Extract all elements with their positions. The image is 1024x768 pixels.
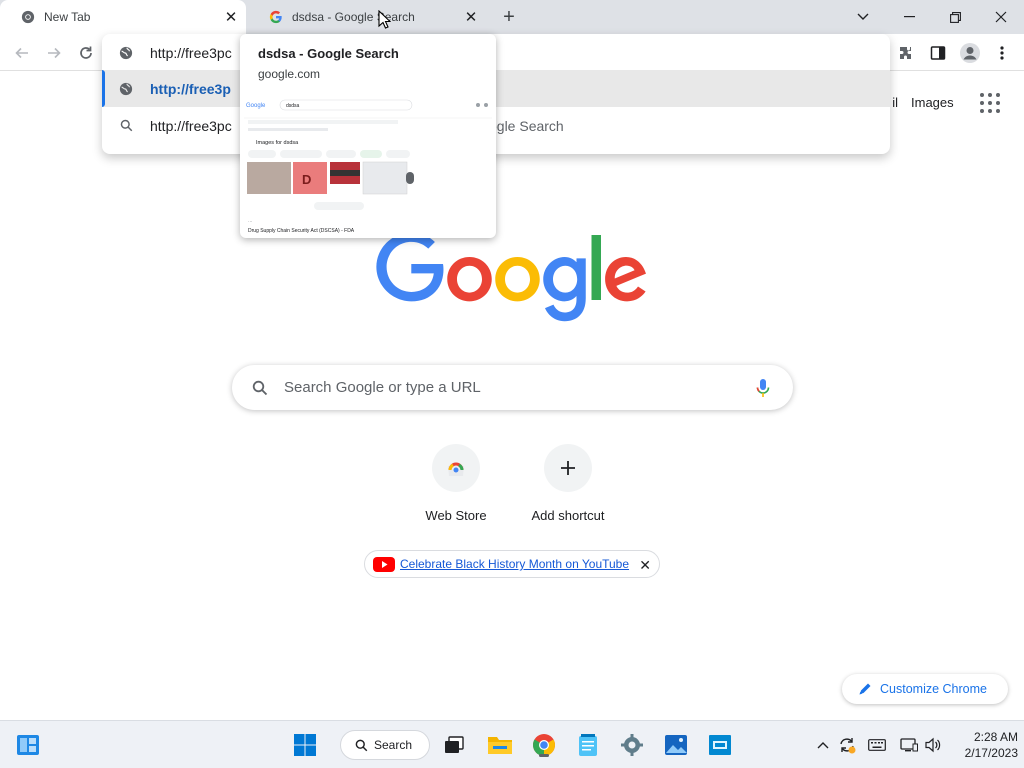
reload-button[interactable] xyxy=(74,41,98,65)
photos-icon[interactable] xyxy=(662,731,690,759)
ntp-search-input[interactable] xyxy=(284,379,734,396)
back-button[interactable] xyxy=(10,41,34,65)
tab-title: dsdsa - Google Search xyxy=(292,10,415,24)
restore-button[interactable] xyxy=(932,0,978,34)
omnibox-dropdown: http://free3pc http://free3p http://free… xyxy=(102,34,890,154)
customize-chrome-label: Customize Chrome xyxy=(880,682,987,696)
youtube-icon xyxy=(373,556,395,572)
omnibox-suggestion-search[interactable]: http://free3pc ogle Search xyxy=(102,107,890,144)
shortcut-add[interactable]: Add shortcut xyxy=(512,442,624,532)
extensions-icon[interactable] xyxy=(894,41,918,65)
tab-hover-card: dsdsa - Google Search google.com Google … xyxy=(240,34,496,238)
more-menu-icon[interactable] xyxy=(990,41,1014,65)
tab-google-search[interactable]: dsdsa - Google Search ✕ xyxy=(248,0,486,34)
running-indicator xyxy=(539,754,549,757)
minimize-button[interactable] xyxy=(886,0,932,34)
taskbar: Search 2:28 AM 2/17/2023 xyxy=(0,720,1024,768)
microphone-icon[interactable] xyxy=(753,377,773,399)
keyboard-icon[interactable] xyxy=(866,735,888,755)
tab-title: New Tab xyxy=(44,10,91,24)
omnibox-input-row[interactable]: http://free3pc xyxy=(102,34,890,71)
gmail-link[interactable]: il xyxy=(892,95,898,110)
forward-button[interactable] xyxy=(42,41,66,65)
sync-update-icon[interactable] xyxy=(836,735,858,755)
thumb-search-term: dsdsa xyxy=(286,103,300,109)
omnibox-suggestion-text: http://free3pc xyxy=(150,117,232,134)
hover-card-domain: google.com xyxy=(258,67,321,81)
search-icon xyxy=(250,378,270,398)
shortcut-label: Add shortcut xyxy=(531,508,605,523)
network-icon[interactable] xyxy=(898,735,920,755)
widgets-icon[interactable] xyxy=(14,731,42,759)
clock-time: 2:28 AM xyxy=(973,730,1018,744)
chevron-up-icon[interactable] xyxy=(814,735,832,755)
google-logo xyxy=(376,232,648,324)
tab-strip: New Tab ✕ dsdsa - Google Search ✕ + xyxy=(0,0,1024,34)
omnibox-suggestion-suffix: ogle Search xyxy=(489,117,564,134)
tab-search-chevron-icon[interactable] xyxy=(840,0,886,34)
hover-card-thumbnail: Google dsdsa Images for dsdsa D … Drug S… xyxy=(244,98,492,234)
taskbar-clock[interactable]: 2:28 AM 2/17/2023 xyxy=(948,729,1018,761)
close-window-button[interactable] xyxy=(978,0,1024,34)
mouse-cursor xyxy=(378,9,392,35)
svg-text:…: … xyxy=(248,218,253,223)
google-g-icon xyxy=(268,9,284,25)
taskbar-search-label: Search xyxy=(374,738,413,752)
tab-close-icon[interactable]: ✕ xyxy=(462,8,480,26)
thumb-images-heading: Images for dsdsa xyxy=(256,140,299,146)
side-panel-icon[interactable] xyxy=(926,41,950,65)
shortcut-web-store[interactable]: Web Store xyxy=(400,442,512,532)
tab-new-tab[interactable]: New Tab ✕ xyxy=(0,0,246,34)
omnibox-suggestion-selected[interactable]: http://free3p xyxy=(102,70,890,107)
notepad-icon[interactable] xyxy=(574,731,602,759)
tab-close-icon[interactable]: ✕ xyxy=(222,8,240,26)
promo-banner: Celebrate Black History Month on YouTube… xyxy=(364,550,660,578)
omnibox-suggestion-url: http://free3p xyxy=(150,80,231,97)
search-icon xyxy=(102,119,150,132)
web-store-icon xyxy=(432,444,480,492)
globe-icon xyxy=(102,82,150,96)
ntp-search-box[interactable] xyxy=(232,365,793,410)
file-explorer-icon[interactable] xyxy=(486,731,514,759)
profile-avatar[interactable] xyxy=(958,41,982,65)
globe-icon xyxy=(102,46,150,60)
remote-desktop-icon[interactable] xyxy=(706,731,734,759)
promo-close-icon[interactable]: ✕ xyxy=(639,557,651,574)
chrome-taskbar-icon[interactable] xyxy=(530,731,558,759)
search-icon xyxy=(355,739,368,752)
shortcut-label: Web Store xyxy=(425,508,487,523)
hover-card-title: dsdsa - Google Search xyxy=(258,46,399,61)
clock-date: 2/17/2023 xyxy=(964,746,1018,760)
omnibox-text: http://free3pc xyxy=(150,44,232,61)
new-tab-button[interactable]: + xyxy=(498,6,520,28)
volume-icon[interactable] xyxy=(922,735,944,755)
promo-link[interactable]: Celebrate Black History Month on YouTube xyxy=(400,557,629,571)
chrome-icon xyxy=(20,9,36,25)
task-view-icon[interactable] xyxy=(440,731,468,759)
pencil-icon xyxy=(858,682,872,696)
plus-icon xyxy=(544,444,592,492)
apps-grid-icon[interactable] xyxy=(980,93,1000,113)
images-link[interactable]: Images xyxy=(911,95,955,110)
thumb-result-title: Drug Supply Chain Security Act (DSCSA) -… xyxy=(248,228,355,234)
thumb-tile-letter: D xyxy=(302,172,311,187)
windows-start-icon[interactable] xyxy=(291,731,319,759)
customize-chrome-button[interactable]: Customize Chrome xyxy=(842,674,1008,704)
taskbar-search-button[interactable]: Search xyxy=(340,730,430,760)
settings-gear-icon[interactable] xyxy=(618,731,646,759)
svg-text:Google: Google xyxy=(246,103,266,109)
